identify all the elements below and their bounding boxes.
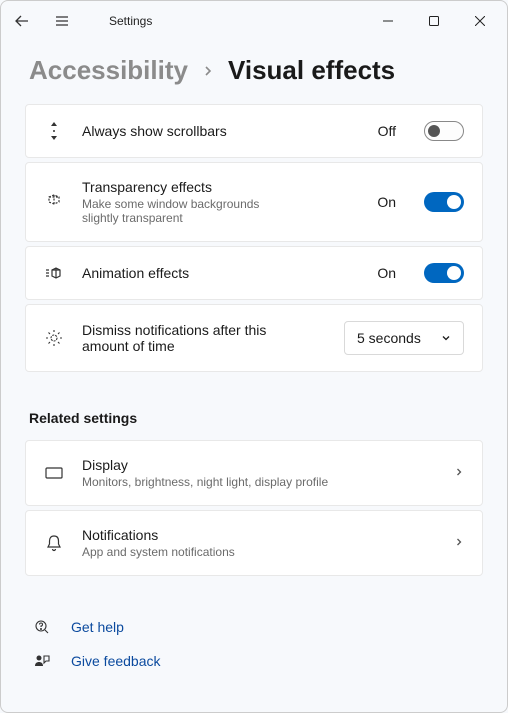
chevron-right-icon xyxy=(454,464,464,482)
row-transparency: Transparency effects Make some window ba… xyxy=(25,162,483,242)
bell-icon xyxy=(44,533,64,553)
page-title: Visual effects xyxy=(228,55,395,86)
chevron-right-icon xyxy=(454,534,464,552)
maximize-button[interactable] xyxy=(411,5,457,37)
animation-toggle[interactable] xyxy=(424,263,464,283)
row-desc: Make some window backgrounds slightly tr… xyxy=(82,197,282,225)
row-dismiss-notifications: Dismiss notifications after this amount … xyxy=(25,304,483,372)
titlebar: Settings xyxy=(1,1,507,41)
dismiss-duration-dropdown[interactable]: 5 seconds xyxy=(344,321,464,355)
chevron-right-icon xyxy=(202,65,214,77)
back-button[interactable] xyxy=(13,12,31,30)
breadcrumb: Accessibility Visual effects xyxy=(1,41,507,104)
row-label: Notifications xyxy=(82,527,436,543)
get-help-link[interactable]: Get help xyxy=(29,610,479,644)
transparency-toggle[interactable] xyxy=(424,192,464,212)
row-display[interactable]: Display Monitors, brightness, night ligh… xyxy=(25,440,483,506)
app-title: Settings xyxy=(109,14,152,28)
row-label: Transparency effects xyxy=(82,179,359,195)
row-notifications[interactable]: Notifications App and system notificatio… xyxy=(25,510,483,576)
related-settings-title: Related settings xyxy=(29,410,483,426)
menu-button[interactable] xyxy=(53,12,71,30)
link-text[interactable]: Get help xyxy=(71,619,124,635)
row-scrollbars: Always show scrollbars Off xyxy=(25,104,483,158)
toggle-state: Off xyxy=(378,123,396,139)
row-label: Animation effects xyxy=(82,265,359,281)
close-button[interactable] xyxy=(457,5,503,37)
toggle-state: On xyxy=(377,194,396,210)
row-label: Display xyxy=(82,457,436,473)
feedback-icon xyxy=(33,652,51,670)
transparency-icon xyxy=(44,192,64,212)
dropdown-value: 5 seconds xyxy=(357,330,421,346)
scrollbars-toggle[interactable] xyxy=(424,121,464,141)
chevron-down-icon xyxy=(441,330,451,346)
minimize-button[interactable] xyxy=(365,5,411,37)
breadcrumb-parent[interactable]: Accessibility xyxy=(29,55,188,86)
row-label: Dismiss notifications after this amount … xyxy=(82,322,302,354)
animation-icon xyxy=(44,263,64,283)
toggle-state: On xyxy=(377,265,396,281)
display-icon xyxy=(44,463,64,483)
brightness-icon xyxy=(44,328,64,348)
give-feedback-link[interactable]: Give feedback xyxy=(29,644,479,678)
link-text[interactable]: Give feedback xyxy=(71,653,161,669)
row-desc: Monitors, brightness, night light, displ… xyxy=(82,475,436,489)
scrollbar-icon xyxy=(44,121,64,141)
row-desc: App and system notifications xyxy=(82,545,436,559)
help-icon xyxy=(33,618,51,636)
row-label: Always show scrollbars xyxy=(82,123,360,139)
row-animation: Animation effects On xyxy=(25,246,483,300)
